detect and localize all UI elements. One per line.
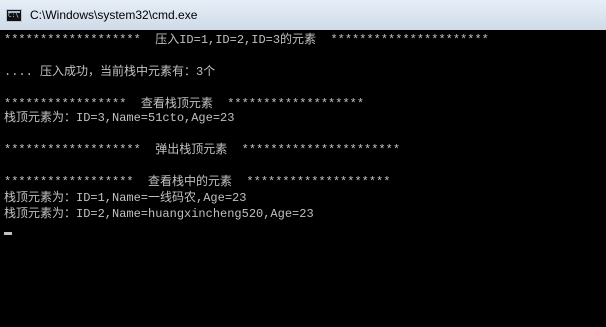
window-title: C:\Windows\system32\cmd.exe <box>30 8 198 22</box>
console-line: ****************** 查看栈中的元素 *************… <box>4 175 391 189</box>
console-line: 栈顶元素为：ID=1,Name=一线码农,Age=23 <box>4 191 247 205</box>
text-cursor <box>4 232 12 235</box>
console-output[interactable]: ******************* 压入ID=1,ID=2,ID=3的元素 … <box>0 30 606 327</box>
console-line: ******************* 弹出栈顶元素 *************… <box>4 143 401 157</box>
console-line: 栈顶元素为：ID=3,Name=51cto,Age=23 <box>4 111 235 125</box>
console-line: ******************* 压入ID=1,ID=2,ID=3的元素 … <box>4 33 489 47</box>
cmd-window: C:\Windows\system32\cmd.exe ************… <box>0 0 606 327</box>
title-bar[interactable]: C:\Windows\system32\cmd.exe <box>0 0 606 30</box>
console-line: 栈顶元素为：ID=2,Name=huangxincheng520,Age=23 <box>4 207 314 221</box>
console-line: .... 压入成功，当前栈中元素有：3个 <box>4 65 216 79</box>
cmd-icon <box>6 8 22 22</box>
